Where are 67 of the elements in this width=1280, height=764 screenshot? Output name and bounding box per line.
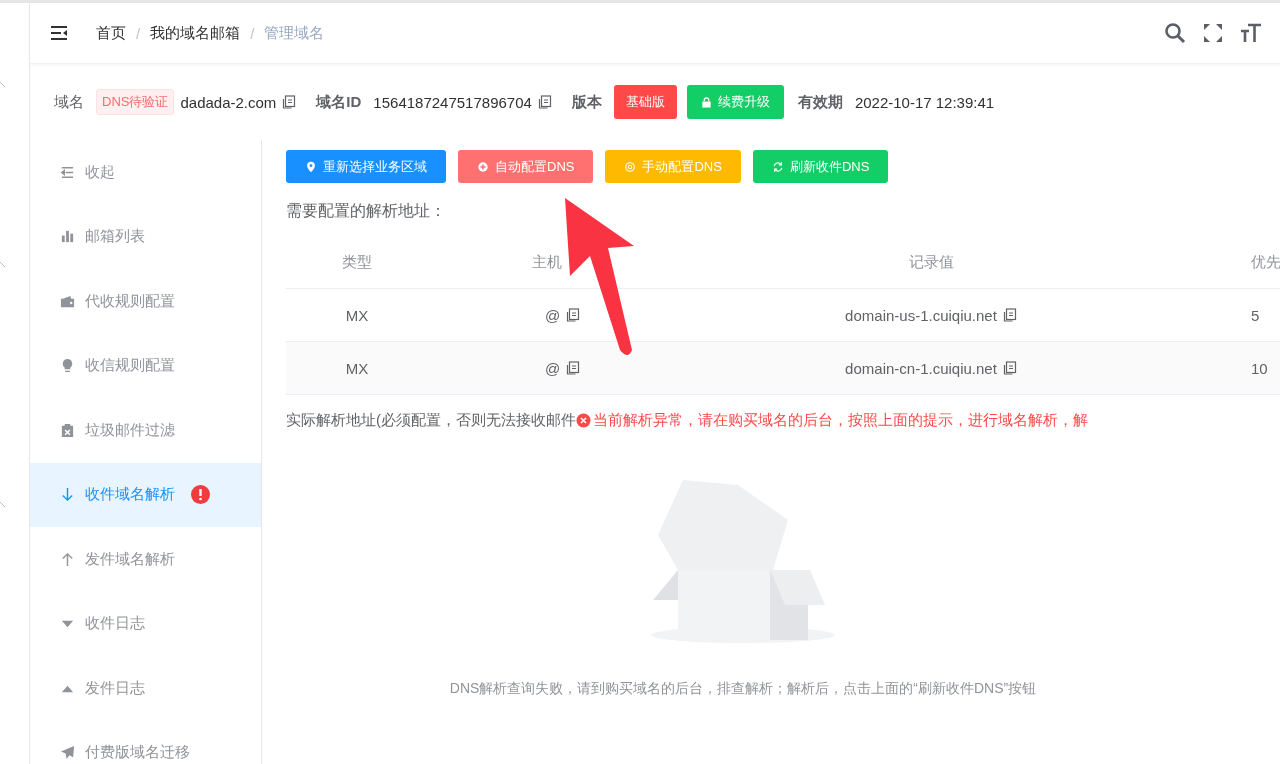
font-size-icon[interactable] [1240,22,1262,44]
collapse-menu-icon [60,164,75,180]
sidebar-item[interactable]: 发件日志 [30,656,261,721]
breadcrumb-separator: / [250,24,255,42]
lock-icon [700,96,712,108]
breadcrumb-link[interactable]: 首页 [96,23,126,43]
circle-icon [624,160,637,173]
breadcrumb-link[interactable]: 我的域名邮箱 [150,23,241,43]
action-button[interactable]: 手动配置DNS [605,150,741,183]
arrow-up-icon [60,551,75,567]
bar-chart-icon [60,229,75,245]
section-title: 需要配置的解析地址： [286,201,447,221]
menu-icon[interactable] [50,25,68,41]
column-header: 优先 [1165,236,1280,289]
wallet-icon [60,293,75,309]
lightbulb-icon [60,358,75,374]
table-cell: MX [286,341,428,395]
error-message: 当前解析异常，请在购买域名的后台，按照上面的提示，进行域名解析，解 [593,411,1088,430]
field-label: 域名ID [316,92,362,112]
paper-plane-icon [60,745,75,761]
sidebar-item[interactable]: 发件域名解析 [30,527,261,592]
copy-icon[interactable] [1002,361,1017,375]
sidebar-item[interactable]: 收起 [30,140,261,205]
fullscreen-icon[interactable] [1202,22,1224,44]
copy-icon[interactable] [566,308,581,322]
breadcrumb-separator: / [136,24,141,42]
action-button[interactable]: 自动配置DNS [458,150,594,183]
sidebar-item[interactable]: 邮箱列表 [30,204,261,269]
refresh-icon [771,160,784,173]
upgrade-button[interactable]: 续费升级 [686,85,784,119]
error-icon [576,413,591,428]
sidebar-item[interactable]: 垃圾邮件过滤 [30,398,261,463]
domain-name: dadada-2.com [180,93,277,111]
copy-icon[interactable] [566,361,581,375]
domain-id: 1564187247517896704 [373,93,532,111]
sidebar-item[interactable]: 代收规则配置 [30,269,261,334]
field-label: 域名 [54,92,84,112]
version-badge: 基础版 [613,85,677,119]
empty-state-message: DNS解析查询失败，请到购买域名的后台，排查解析；解析后，点击上面的“刷新收件DNS”按钮 [449,680,1037,698]
sidebar-item[interactable]: 收件域名解析 [30,462,261,527]
column-header: 类型 [286,236,428,289]
plus-circle-icon [477,160,489,173]
table-cell: MX [286,288,428,342]
table-cell: 5 [1165,288,1280,342]
action-button[interactable]: 重新选择业务区域 [286,150,446,183]
copy-icon[interactable] [1002,308,1017,322]
field-label: 有效期 [797,92,843,112]
table-cell: 10 [1165,341,1280,395]
copy-icon[interactable] [282,95,297,109]
sidebar-item[interactable]: 付费版域名迁移 [30,720,261,764]
search-icon[interactable] [1164,22,1186,44]
action-button[interactable]: 刷新收件DNS [752,150,889,183]
clipboard-x-icon [60,422,75,438]
sidebar-item[interactable]: 收件日志 [30,591,261,656]
arrow-down-icon [60,487,75,503]
field-label: 版本 [571,92,602,112]
copy-icon[interactable] [537,95,552,109]
sidebar-item[interactable]: 收信规则配置 [30,333,261,398]
expiry-date: 2022-10-17 12:39:41 [854,93,995,111]
table-cell: domain-cn-1.cuiqiu.net [845,359,997,377]
table-cell: @ [544,359,561,377]
table-cell: @ [544,306,561,324]
location-pin-icon [305,160,317,173]
section-title: 实际解析地址(必须配置，否则无法接收邮件 [286,411,576,430]
status-tag: DNS待验证 [96,89,175,115]
column-header: 记录值 [697,236,1165,289]
table-cell: domain-us-1.cuiqiu.net [845,306,997,324]
